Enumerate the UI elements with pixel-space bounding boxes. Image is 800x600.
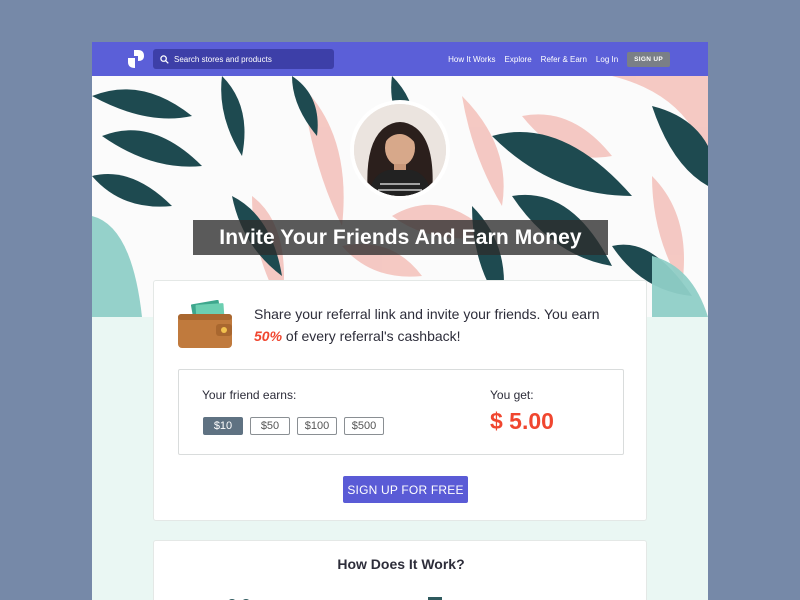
referral-text-start: Share your referral link and invite your… [254,306,600,322]
logo-icon[interactable] [128,50,144,68]
how-it-works-title: How Does It Work? [337,556,465,572]
avatar [350,100,450,200]
amount-option-100[interactable]: $100 [297,417,337,435]
search-placeholder: Search stores and products [174,54,272,64]
app-frame: Search stores and products How It Works … [92,42,708,600]
wallet-icon [178,300,232,348]
you-get-value: $ 5.00 [490,408,554,434]
referral-description: Share your referral link and invite your… [254,303,629,347]
profile-photo [354,104,446,196]
hero-title-band: Invite Your Friends And Earn Money [193,220,608,255]
top-nav: Search stores and products How It Works … [92,42,708,76]
referral-card: Share your referral link and invite your… [153,280,647,521]
signup-nav-button[interactable]: SIGN UP [627,51,670,67]
nav-link-refer-earn[interactable]: Refer & Earn [541,55,587,64]
friend-earns-label: Your friend earns: [202,388,297,402]
nav-link-explore[interactable]: Explore [505,55,532,64]
nav-link-how-it-works[interactable]: How It Works [448,55,495,64]
amount-option-500[interactable]: $500 [344,417,384,435]
nav-link-log-in[interactable]: Log In [596,55,618,64]
you-get-label: You get: [490,388,534,402]
step-icon-partial [229,599,249,600]
hero-title: Invite Your Friends And Earn Money [219,225,582,249]
amount-option-50[interactable]: $50 [250,417,290,435]
earnings-calculator: Your friend earns: $10 $50 $100 $500 You… [178,369,624,455]
sign-up-free-button[interactable]: SIGN UP FOR FREE [343,476,468,503]
amount-options: $10 $50 $100 $500 [203,417,391,435]
amount-option-10[interactable]: $10 [203,417,243,435]
referral-percent: 50% [254,328,283,344]
search-input[interactable]: Search stores and products [153,49,334,69]
nav-links: How It Works Explore Refer & Earn Log In… [439,42,670,76]
referral-text-end: of every referral's cashback! [282,328,461,344]
how-it-works-card: How Does It Work? [153,540,647,600]
search-icon [160,54,169,64]
